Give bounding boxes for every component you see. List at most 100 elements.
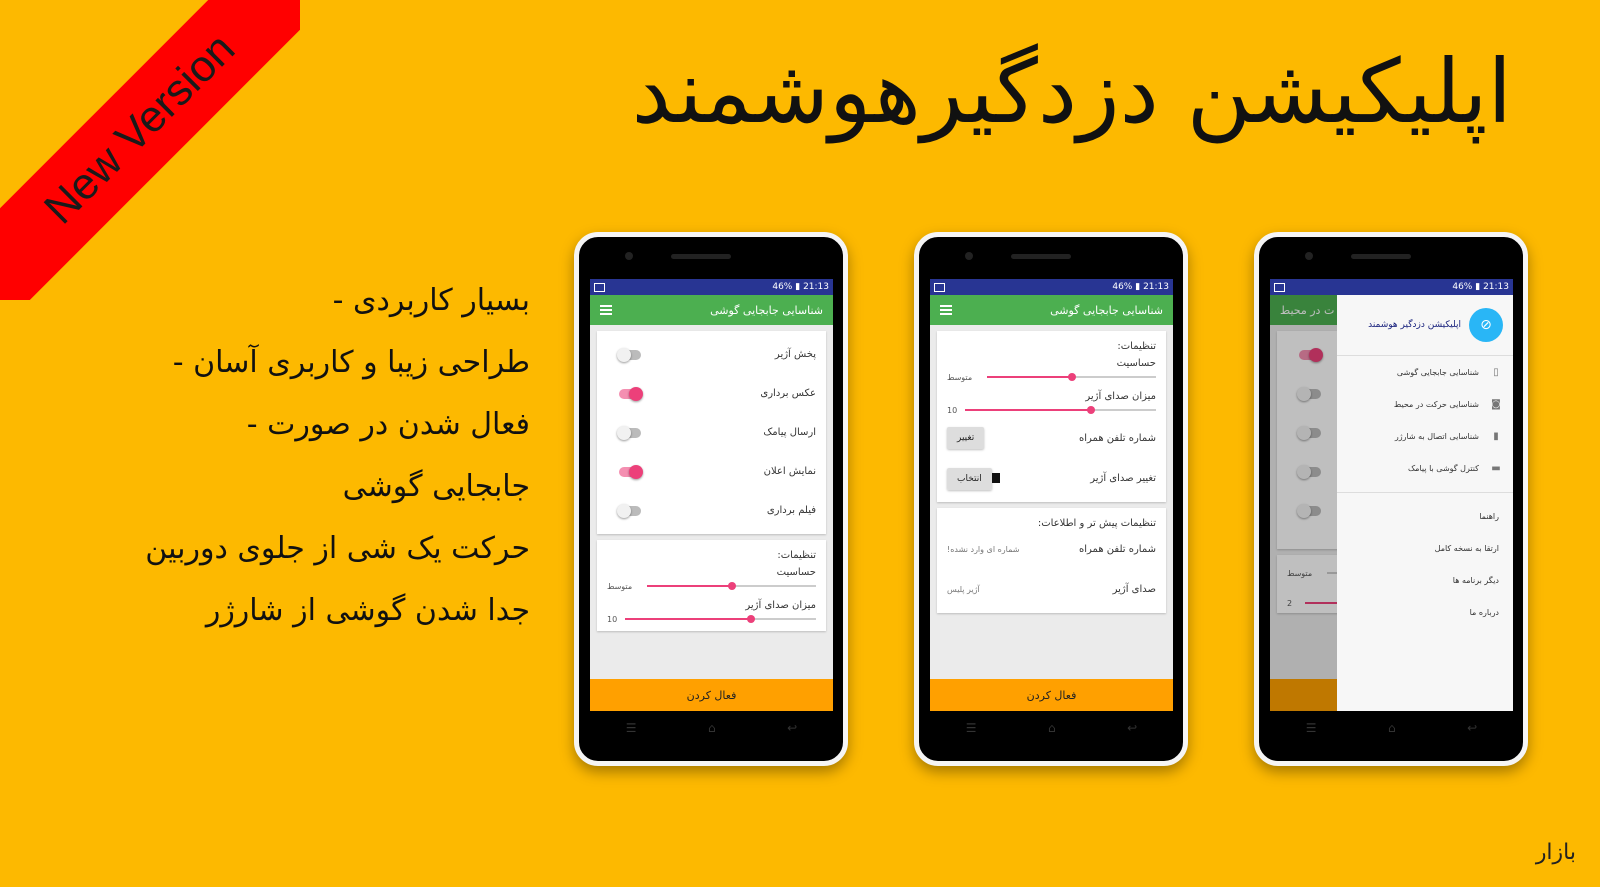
home-icon[interactable]: ⌂ — [1048, 721, 1056, 735]
feature-item: طراحی زیبا و کاربری آسان - — [172, 345, 530, 380]
info-phone-value: شماره ای وارد نشده! — [947, 544, 1020, 554]
switch-row: عکس برداری — [607, 374, 816, 413]
status-bar: 46% ▮ 21:13 — [930, 279, 1173, 295]
page-title: اپلیکیشن دزدگیرهوشمند — [631, 40, 1512, 143]
phone-number-label: شماره تلفن همراه — [1079, 432, 1156, 444]
recents-icon[interactable]: ☰ — [626, 721, 637, 735]
photo-toggle[interactable] — [619, 386, 643, 401]
back-icon[interactable]: ↩ — [1467, 721, 1477, 735]
settings-title: تنظیمات: — [777, 550, 816, 561]
switch-label: پخش آژیر — [774, 349, 816, 360]
recents-icon[interactable]: ☰ — [1306, 721, 1317, 735]
front-camera — [1305, 252, 1313, 260]
nav-bar: ☰ ⌂ ↩ — [590, 711, 833, 745]
drawer-item-charger[interactable]: ▮ شناسایی اتصال به شارژر — [1337, 420, 1513, 452]
clock: 21:13 — [1143, 282, 1169, 292]
app-bar-title: شناسایی جابجایی گوشی — [710, 303, 823, 317]
switch-row: پخش آژیر — [607, 335, 816, 374]
volume-value: 10 — [607, 614, 618, 624]
recents-icon[interactable]: ☰ — [966, 721, 977, 735]
info-phone-row: شماره تلفن همراه شماره ای وارد نشده! — [947, 529, 1156, 569]
switch-label: فیلم برداری — [766, 505, 816, 516]
drawer-link-about[interactable]: درباره ما — [1337, 597, 1513, 629]
settings-card: تنظیمات: حساسیت متوسط میزان صدای آژیر 10… — [937, 331, 1166, 502]
drawer-header: ⊘ اپلیکیشن دزدگیر هوشمند — [1337, 295, 1513, 356]
phone-number-row: شماره تلفن همراه تغییر — [947, 418, 1156, 458]
new-version-ribbon: New Version — [0, 0, 300, 300]
sensitivity-label: حساسیت — [1116, 358, 1156, 369]
switch-row: ارسال پیامک — [607, 413, 816, 452]
phone-screen: 46% ▮ 21:13 شناسایی جابجایی گوشی تنظیمات… — [930, 279, 1173, 711]
status-bar: 46% ▮ 21:13 — [1270, 279, 1513, 295]
switch-row: نمایش اعلان — [607, 452, 816, 491]
clock: 21:13 — [1483, 282, 1509, 292]
siren-toggle[interactable] — [617, 347, 641, 362]
vibrate-icon: ▯ — [1493, 366, 1499, 378]
app-bar: شناسایی جابجایی گوشی — [590, 295, 833, 325]
drawer-item-label: شناسایی حرکت در محیط — [1393, 399, 1479, 409]
home-icon[interactable]: ⌂ — [1388, 721, 1396, 735]
info-card: تنظیمات پیش تر و اطلاعات: شماره تلفن همر… — [937, 508, 1166, 613]
video-toggle[interactable] — [617, 503, 641, 518]
drawer-link-other-apps[interactable]: دیگر برنامه ها — [1337, 565, 1513, 597]
image-icon — [1274, 282, 1285, 292]
nav-bar: ☰ ⌂ ↩ — [930, 711, 1173, 745]
activate-button[interactable]: فعال کردن — [590, 679, 833, 711]
volume-label: میزان صدای آژیر — [745, 600, 816, 611]
drawer-item-label: شناسایی اتصال به شارژر — [1394, 431, 1479, 441]
drawer-item-sms[interactable]: ▬ کنترل گوشی با پیامک — [1337, 452, 1513, 484]
sensitivity-value: متوسط — [947, 372, 973, 382]
phone-mockup-drawer: 46% ▮ 21:13 ت در محیط متوسط 2 ⊘ اپلیکیشن… — [1254, 232, 1528, 766]
home-icon[interactable]: ⌂ — [708, 721, 716, 735]
switch-label: عکس برداری — [760, 388, 816, 399]
alarm-sound-label: تغییر صدای آژیر — [1090, 472, 1156, 484]
sensitivity-slider[interactable]: متوسط — [607, 578, 816, 594]
volume-value: 10 — [947, 405, 958, 415]
earpiece — [1351, 254, 1411, 259]
drawer-item-label: شناسایی جابجایی گوشی — [1396, 367, 1479, 377]
earpiece — [1011, 254, 1071, 259]
drawer-link-upgrade[interactable]: ارتقا به نسخه کامل — [1337, 533, 1513, 565]
app-bar-title: شناسایی جابجایی گوشی — [1050, 303, 1163, 317]
status-bar: 46% ▮ 21:13 — [590, 279, 833, 295]
back-icon[interactable]: ↩ — [787, 721, 797, 735]
sensitivity-slider[interactable]: متوسط — [947, 369, 1156, 385]
feature-item: بسیار کاربردی - — [332, 283, 530, 318]
app-bar: شناسایی جابجایی گوشی — [930, 295, 1173, 325]
image-icon — [594, 282, 605, 292]
volume-slider[interactable]: 10 — [947, 402, 1156, 418]
activate-button[interactable]: فعال کردن — [930, 679, 1173, 711]
switch-label: نمایش اعلان — [763, 466, 816, 477]
drawer-item-label: کنترل گوشی با پیامک — [1408, 463, 1479, 473]
volume-slider[interactable]: 10 — [607, 611, 816, 627]
drawer-item-movement[interactable]: ▯ شناسایی جابجایی گوشی — [1337, 356, 1513, 388]
info-alarm-row: صدای آژیر آژیر پلیس — [947, 569, 1156, 609]
menu-icon[interactable] — [940, 305, 952, 315]
sensitivity-value: متوسط — [607, 581, 633, 591]
front-camera — [965, 252, 973, 260]
back-icon[interactable]: ↩ — [1127, 721, 1137, 735]
switches-card: پخش آژیر عکس برداری ارسال پیامک نمایش اع… — [597, 331, 826, 534]
feature-item: فعال شدن در صورت - — [246, 407, 530, 442]
trash-icon[interactable] — [991, 472, 1000, 483]
feature-item: حرکت یک شی از جلوی دوربین — [145, 531, 530, 566]
select-sound-button[interactable]: انتخاب — [947, 467, 992, 490]
drawer-link-help[interactable]: راهنما — [1337, 501, 1513, 533]
change-number-button[interactable]: تغییر — [947, 427, 985, 449]
feature-list: بسیار کاربردی - طراحی زیبا و کاربری آسان… — [60, 270, 530, 642]
navigation-drawer: ⊘ اپلیکیشن دزدگیر هوشمند ▯ شناسایی جابجای… — [1337, 295, 1513, 711]
feature-item: جابجایی گوشی — [342, 469, 530, 504]
menu-icon[interactable] — [600, 305, 612, 315]
front-camera — [625, 252, 633, 260]
drawer-item-motion[interactable]: ◙ شناسایی حرکت در محیط — [1337, 388, 1513, 420]
image-icon — [934, 282, 945, 292]
phone-mockup-settings: 46% ▮ 21:13 شناسایی جابجایی گوشی تنظیمات… — [914, 232, 1188, 766]
earpiece — [671, 254, 731, 259]
app-logo-icon: ⊘ — [1469, 308, 1503, 342]
sms-toggle[interactable] — [617, 425, 641, 440]
new-version-label: New Version — [0, 0, 300, 300]
nav-bar: ☰ ⌂ ↩ — [1270, 711, 1513, 745]
drawer-title: اپلیکیشن دزدگیر هوشمند — [1368, 320, 1461, 330]
info-alarm-label: صدای آژیر — [1112, 583, 1156, 595]
notification-toggle[interactable] — [619, 464, 643, 479]
